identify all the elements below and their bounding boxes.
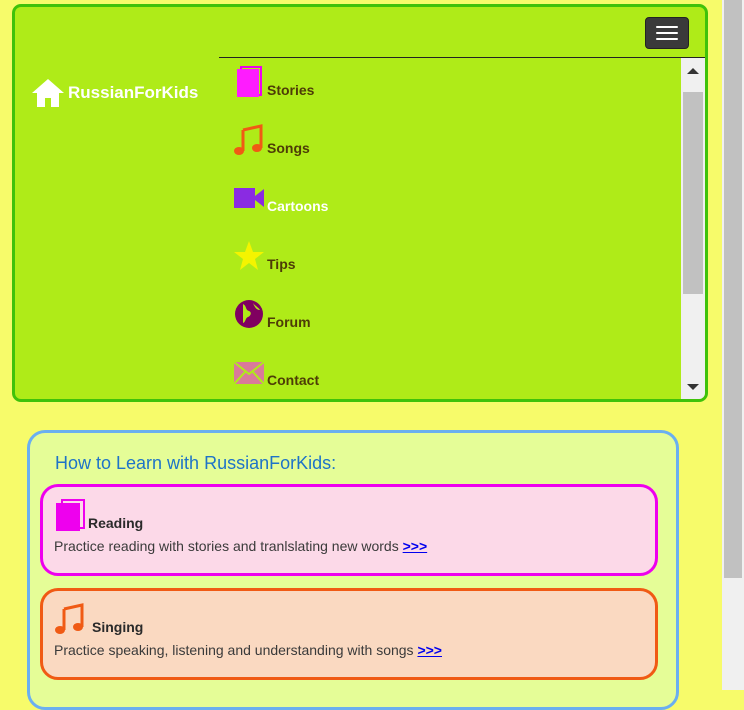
hamburger-icon-bar bbox=[656, 38, 678, 40]
nav-menu: Stories Songs Cartoons Tips Forum Contac… bbox=[219, 57, 705, 399]
brand-link[interactable]: RussianForKids bbox=[31, 77, 198, 109]
card-description: Practice reading with stories and tranls… bbox=[54, 538, 427, 554]
home-icon bbox=[32, 79, 64, 107]
music-note-icon bbox=[234, 124, 263, 155]
nav-item-label: Songs bbox=[267, 140, 310, 156]
globe-icon bbox=[235, 300, 263, 328]
reading-card: Reading Practice reading with stories an… bbox=[40, 484, 658, 576]
card-title: Singing bbox=[92, 619, 144, 635]
book-icon bbox=[56, 499, 85, 531]
navbar: RussianForKids Stories Songs Cartoons Ti… bbox=[12, 4, 708, 402]
page-scrollbar-thumb[interactable] bbox=[724, 0, 742, 578]
hamburger-icon-bar bbox=[656, 32, 678, 34]
nav-item-label: Cartoons bbox=[267, 198, 329, 214]
singing-more-link[interactable]: >>> bbox=[417, 642, 442, 658]
card-description: Practice speaking, listening and underst… bbox=[54, 642, 442, 658]
nav-item-stories[interactable]: Stories bbox=[233, 66, 314, 98]
learn-panel: How to Learn with RussianForKids: Readin… bbox=[27, 430, 679, 710]
singing-card: Singing Practice speaking, listening and… bbox=[40, 588, 658, 680]
nav-item-label: Stories bbox=[267, 82, 315, 98]
video-camera-icon bbox=[234, 188, 264, 208]
menu-toggle-button[interactable] bbox=[645, 17, 689, 49]
card-description-text: Practice speaking, listening and underst… bbox=[54, 642, 414, 658]
menu-scrollbar[interactable] bbox=[681, 58, 705, 399]
nav-item-contact[interactable]: Contact bbox=[233, 356, 319, 388]
music-note-icon bbox=[55, 603, 84, 634]
menu-scrollbar-thumb[interactable] bbox=[683, 92, 703, 294]
card-header: Reading bbox=[54, 499, 143, 531]
card-title: Reading bbox=[88, 515, 144, 531]
nav-item-label: Tips bbox=[267, 256, 296, 272]
card-header: Singing bbox=[54, 603, 143, 635]
nav-item-cartoons[interactable]: Cartoons bbox=[233, 182, 328, 214]
brand-name: RussianForKids bbox=[68, 83, 199, 102]
nav-item-tips[interactable]: Tips bbox=[233, 240, 296, 272]
hamburger-icon bbox=[656, 26, 678, 28]
page-scrollbar[interactable] bbox=[722, 0, 744, 690]
scroll-up-arrow-icon[interactable] bbox=[687, 68, 699, 74]
nav-item-forum[interactable]: Forum bbox=[233, 298, 311, 330]
star-icon bbox=[234, 241, 264, 270]
book-icon bbox=[237, 66, 262, 97]
envelope-icon bbox=[233, 361, 265, 385]
nav-item-label: Contact bbox=[267, 372, 320, 388]
scroll-down-arrow-icon[interactable] bbox=[687, 384, 699, 390]
learn-title: How to Learn with RussianForKids: bbox=[55, 453, 337, 473]
nav-item-label: Forum bbox=[267, 314, 311, 330]
card-description-text: Practice reading with stories and tranls… bbox=[54, 538, 399, 554]
nav-item-songs[interactable]: Songs bbox=[233, 124, 310, 156]
reading-more-link[interactable]: >>> bbox=[403, 538, 428, 554]
